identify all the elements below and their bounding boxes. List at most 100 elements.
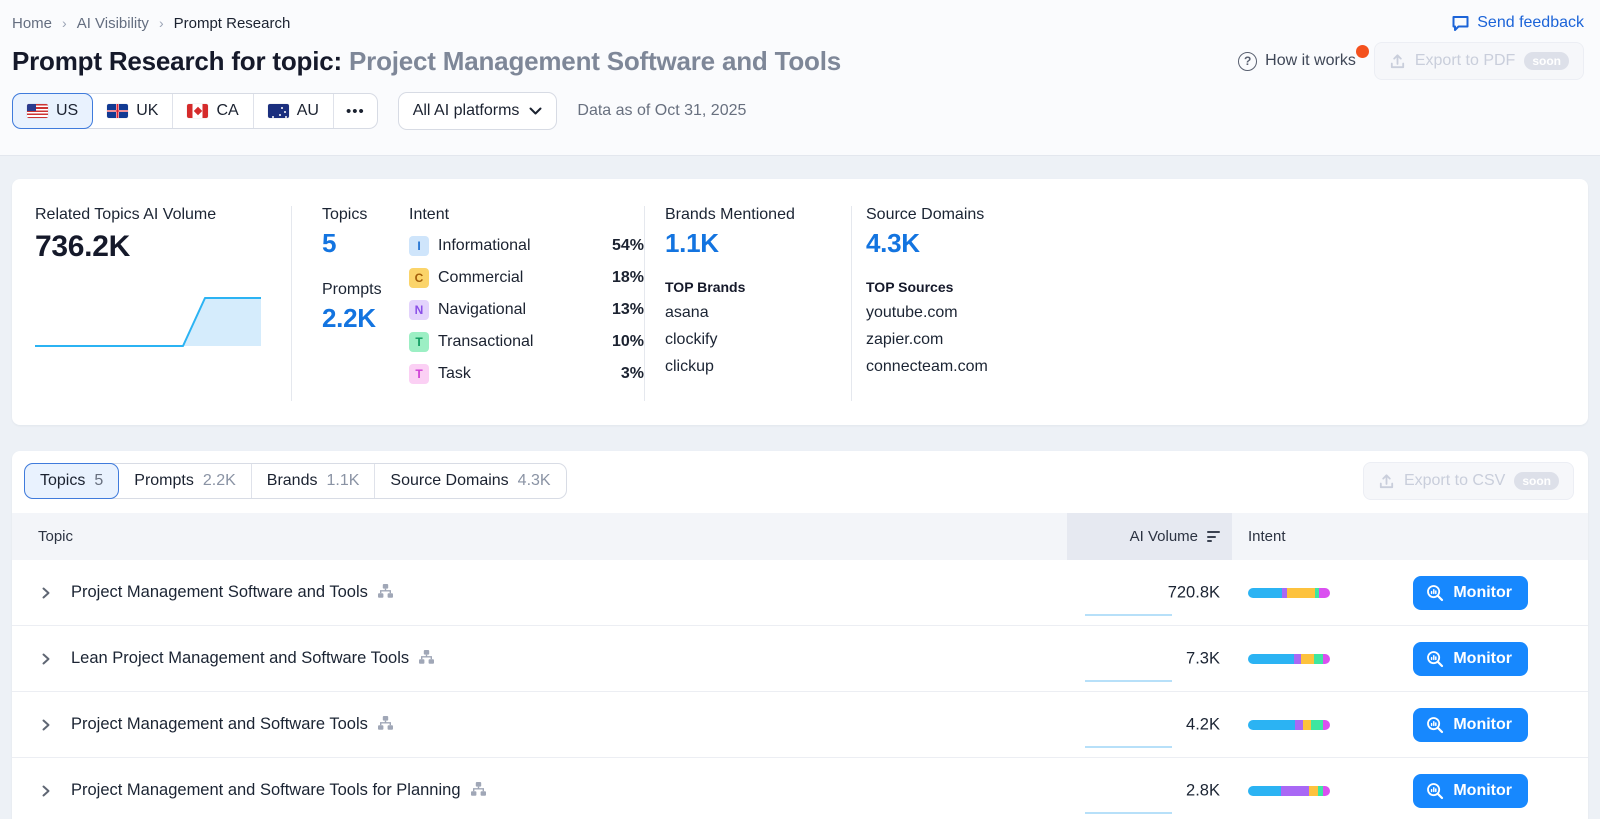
notification-dot [1356, 45, 1369, 58]
country-tab-uk[interactable]: UK [93, 94, 173, 128]
table-row: Lean Project Management and Software Too… [12, 626, 1588, 692]
tab-prompts[interactable]: Prompts2.2K [119, 464, 252, 498]
ai-volume-value: 4.2K [1186, 715, 1220, 734]
volume-trend-line [1085, 812, 1172, 814]
intent-badge-informational: I [409, 236, 429, 256]
breadcrumb: Home › AI Visibility › Prompt Research [12, 15, 290, 32]
expand-row-chevron-icon[interactable] [38, 651, 54, 667]
export-csv-button[interactable]: Export to CSV soon [1363, 462, 1574, 500]
source-domains-value: 4.3K [866, 228, 1564, 259]
top-brands-label: TOP Brands [665, 279, 851, 295]
sitemap-icon [377, 715, 394, 731]
page-header: Home › AI Visibility › Prompt Research S… [0, 0, 1600, 156]
soon-badge: soon [1524, 52, 1569, 70]
topics-label: Topics [322, 206, 409, 224]
volume-trend-line [1085, 680, 1172, 682]
intent-distribution-bar [1248, 588, 1330, 598]
prompts-value: 2.2K [322, 303, 409, 334]
upload-icon [1378, 473, 1395, 490]
page-title: Prompt Research for topic: Project Manag… [12, 46, 841, 77]
question-icon: ? [1238, 52, 1257, 71]
intent-badge-task: T [409, 364, 429, 384]
ca-flag-icon [187, 104, 208, 118]
sitemap-icon [470, 781, 487, 797]
tab-topics[interactable]: Topics5 [24, 463, 119, 499]
brands-mentioned-value: 1.1K [665, 228, 851, 259]
expand-row-chevron-icon[interactable] [38, 717, 54, 733]
results-card: Topics5 Prompts2.2K Brands1.1K Source Do… [12, 451, 1588, 819]
intent-distribution-bar [1248, 654, 1330, 664]
top-brand-item: clickup [665, 358, 851, 376]
breadcrumb-separator: › [62, 15, 67, 31]
how-it-works-button[interactable]: ? How it works [1238, 52, 1356, 71]
page-title-topic: Project Management Software and Tools [349, 46, 841, 76]
topic-name[interactable]: Project Management and Software Tools [71, 715, 394, 734]
intent-item-commercial: C Commercial 18% [409, 268, 644, 288]
country-selector: US UK CA AU ••• [12, 93, 378, 129]
tab-brands[interactable]: Brands1.1K [252, 464, 376, 498]
top-source-item: zapier.com [866, 331, 1564, 349]
sitemap-icon [377, 583, 394, 599]
more-countries-button[interactable]: ••• [334, 94, 377, 128]
table-row: Project Management Software and Tools 72… [12, 560, 1588, 626]
monitor-magnifier-icon [1426, 650, 1444, 668]
monitor-button[interactable]: Monitor [1413, 642, 1528, 676]
country-tab-au[interactable]: AU [254, 94, 334, 128]
summary-card: Related Topics AI Volume 736.2K Topics 5… [12, 179, 1588, 425]
top-brand-item: asana [665, 304, 851, 322]
monitor-magnifier-icon [1426, 584, 1444, 602]
intent-item-transactional: T Transactional 10% [409, 332, 644, 352]
us-flag-icon [27, 104, 48, 118]
intent-badge-commercial: C [409, 268, 429, 288]
intent-item-navigational: N Navigational 13% [409, 300, 644, 320]
topic-name[interactable]: Project Management Software and Tools [71, 583, 394, 602]
ai-volume-value: 2.8K [1186, 781, 1220, 800]
top-source-item: connecteam.com [866, 358, 1564, 376]
sitemap-icon [418, 649, 435, 665]
ai-platform-dropdown[interactable]: All AI platforms [398, 92, 558, 130]
monitor-button[interactable]: Monitor [1413, 708, 1528, 742]
column-header-intent: Intent [1232, 528, 1588, 545]
uk-flag-icon [107, 104, 128, 118]
data-as-of-label: Data as of Oct 31, 2025 [577, 102, 746, 120]
source-domains-label: Source Domains [866, 206, 1564, 224]
breadcrumb-separator: › [159, 15, 164, 31]
topic-name[interactable]: Project Management and Software Tools fo… [71, 781, 487, 800]
sort-descending-icon [1207, 531, 1220, 542]
au-flag-icon [268, 104, 289, 118]
related-volume-value: 736.2K [35, 230, 291, 264]
breadcrumb-home[interactable]: Home [12, 15, 52, 32]
top-brand-item: clockify [665, 331, 851, 349]
volume-sparkline [35, 290, 261, 350]
intent-distribution-bar [1248, 720, 1330, 730]
monitor-magnifier-icon [1426, 716, 1444, 734]
monitor-button[interactable]: Monitor [1413, 576, 1528, 610]
prompts-label: Prompts [322, 281, 409, 299]
tab-source-domains[interactable]: Source Domains4.3K [375, 464, 565, 498]
intent-item-task: T Task 3% [409, 364, 644, 384]
send-feedback-link[interactable]: Send feedback [1451, 14, 1584, 32]
volume-trend-line [1085, 746, 1172, 748]
column-header-ai-volume[interactable]: AI Volume [1067, 513, 1232, 560]
brands-mentioned-label: Brands Mentioned [665, 206, 851, 224]
chevron-down-icon [529, 107, 542, 116]
expand-row-chevron-icon[interactable] [38, 783, 54, 799]
export-pdf-button[interactable]: Export to PDF soon [1374, 42, 1584, 80]
topic-name[interactable]: Lean Project Management and Software Too… [71, 649, 435, 668]
topics-value: 5 [322, 228, 409, 259]
monitor-button[interactable]: Monitor [1413, 774, 1528, 808]
breadcrumb-ai-visibility[interactable]: AI Visibility [77, 15, 149, 32]
country-tab-ca[interactable]: CA [173, 94, 253, 128]
feedback-bubble-icon [1451, 14, 1470, 32]
intent-distribution-bar [1248, 786, 1330, 796]
ai-volume-value: 7.3K [1186, 649, 1220, 668]
breadcrumb-prompt-research: Prompt Research [174, 15, 291, 32]
country-tab-us[interactable]: US [12, 93, 93, 129]
column-header-topic[interactable]: Topic [12, 528, 1067, 545]
intent-badge-transactional: T [409, 332, 429, 352]
expand-row-chevron-icon[interactable] [38, 585, 54, 601]
top-source-item: youtube.com [866, 304, 1564, 322]
soon-badge: soon [1514, 472, 1559, 490]
table-header: Topic AI Volume Intent [12, 513, 1588, 560]
monitor-magnifier-icon [1426, 782, 1444, 800]
